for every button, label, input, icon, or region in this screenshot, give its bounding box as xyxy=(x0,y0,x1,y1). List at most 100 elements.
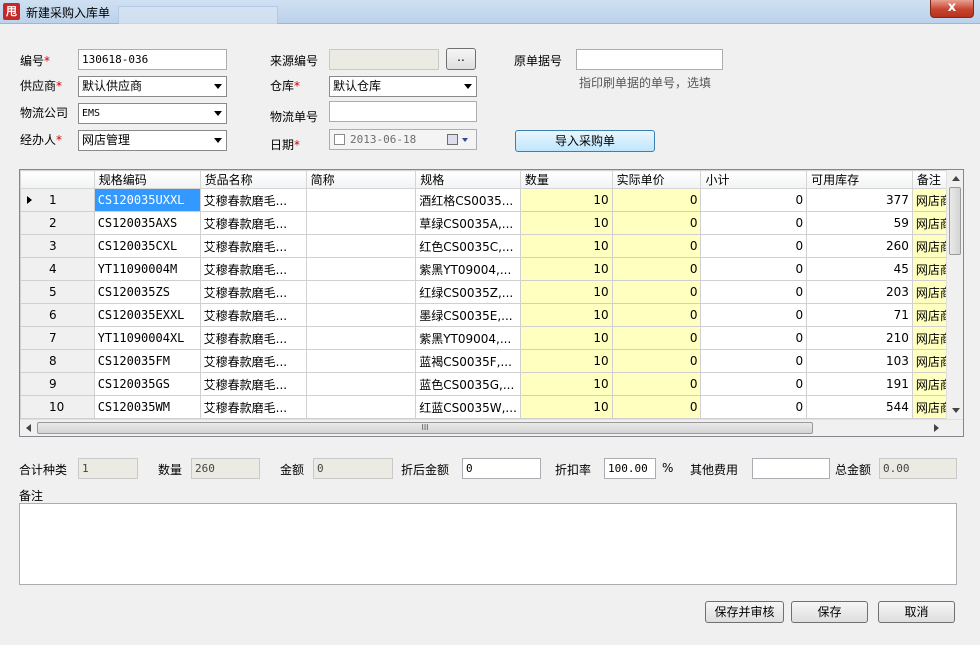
cell-spec[interactable]: 墨绿CS0035E,... xyxy=(415,303,521,327)
cell-price[interactable]: 0 xyxy=(611,349,702,373)
cell-name[interactable]: 艾穆春款磨毛... xyxy=(199,372,307,396)
cell-code[interactable]: CS120035AXS xyxy=(93,211,201,235)
cell-name[interactable]: 艾穆春款磨毛... xyxy=(199,257,307,281)
cell-stock[interactable]: 59 xyxy=(806,211,913,235)
horizontal-scroll-thumb[interactable]: III xyxy=(37,422,813,434)
table-row[interactable]: 9 CS120035GS 艾穆春款磨毛... 蓝色CS0035G,... 10 0 0 191… xyxy=(20,372,963,396)
cell-spec[interactable]: 红绿CS0035Z,... xyxy=(415,280,521,304)
cell-price[interactable]: 0 xyxy=(611,188,702,212)
cell-qty[interactable]: 10 xyxy=(519,303,613,327)
date-picker[interactable]: 2013-06-18 xyxy=(329,129,477,150)
row-header[interactable]: 7 xyxy=(20,326,95,350)
row-header[interactable]: 4 xyxy=(20,257,95,281)
cell-code[interactable]: CS120035WM xyxy=(93,395,201,419)
cell-stock[interactable]: 103 xyxy=(806,349,913,373)
col-header-price[interactable]: 实际单价 xyxy=(611,170,702,189)
row-header[interactable]: 5 xyxy=(20,280,95,304)
cell-price[interactable]: 0 xyxy=(611,303,702,327)
handler-select[interactable]: 网店管理 xyxy=(78,130,227,151)
cell-qty[interactable]: 10 xyxy=(519,234,613,258)
cell-qty[interactable]: 10 xyxy=(519,188,613,212)
cell-short[interactable] xyxy=(305,280,417,304)
cell-stock[interactable]: 377 xyxy=(806,188,913,212)
other-fee-field[interactable] xyxy=(752,458,830,479)
row-header[interactable]: 8 xyxy=(20,349,95,373)
calendar-icon[interactable] xyxy=(447,134,458,145)
cell-code[interactable]: CS120035FM xyxy=(93,349,201,373)
cell-subtotal[interactable]: 0 xyxy=(700,326,808,350)
cell-subtotal[interactable]: 0 xyxy=(700,280,808,304)
cell-price[interactable]: 0 xyxy=(611,234,702,258)
warehouse-select[interactable]: 默认仓库 xyxy=(329,76,477,97)
row-header[interactable]: 1 xyxy=(20,188,95,212)
cell-stock[interactable]: 260 xyxy=(806,234,913,258)
cell-short[interactable] xyxy=(305,211,417,235)
scroll-left-icon[interactable] xyxy=(26,424,31,432)
cell-short[interactable] xyxy=(305,234,417,258)
horizontal-scrollbar[interactable]: III xyxy=(20,419,963,436)
cell-stock[interactable]: 45 xyxy=(806,257,913,281)
cell-stock[interactable]: 203 xyxy=(806,280,913,304)
cell-short[interactable] xyxy=(305,395,417,419)
scroll-right-icon[interactable] xyxy=(934,424,939,432)
table-row[interactable]: 1 CS120035UXXL 艾穆春款磨毛... 酒红格CS0035... 10 0 0 37… xyxy=(20,188,963,212)
bill-no-field[interactable]: 130618-036 xyxy=(78,49,227,70)
cell-stock[interactable]: 544 xyxy=(806,395,913,419)
cell-qty[interactable]: 10 xyxy=(519,326,613,350)
supplier-select[interactable]: 默认供应商 xyxy=(78,76,227,97)
col-header-short[interactable]: 简称 xyxy=(305,170,417,189)
logistics-no-field[interactable] xyxy=(329,101,477,122)
cell-spec[interactable]: 蓝色CS0035G,... xyxy=(415,372,521,396)
cell-spec[interactable]: 红色CS0035C,... xyxy=(415,234,521,258)
table-row[interactable]: 5 CS120035ZS 艾穆春款磨毛... 红绿CS0035Z,... 10 0 0 203… xyxy=(20,280,963,304)
table-row[interactable]: 10 CS120035WM 艾穆春款磨毛... 红蓝CS0035W,... 10 0 0 54… xyxy=(20,395,963,419)
cell-spec[interactable]: 酒红格CS0035... xyxy=(415,188,521,212)
col-header-name[interactable]: 货品名称 xyxy=(199,170,307,189)
cell-price[interactable]: 0 xyxy=(611,257,702,281)
table-row[interactable]: 6 CS120035EXXL 艾穆春款磨毛... 墨绿CS0035E,... 10 0 0 7… xyxy=(20,303,963,327)
cell-short[interactable] xyxy=(305,303,417,327)
cell-subtotal[interactable]: 0 xyxy=(700,349,808,373)
cell-spec[interactable]: 草绿CS0035A,... xyxy=(415,211,521,235)
cell-short[interactable] xyxy=(305,257,417,281)
remarks-textarea[interactable] xyxy=(19,503,957,585)
cell-name[interactable]: 艾穆春款磨毛... xyxy=(199,188,307,212)
cell-price[interactable]: 0 xyxy=(611,395,702,419)
cell-name[interactable]: 艾穆春款磨毛... xyxy=(199,395,307,419)
discounted-amount-field[interactable]: 0 xyxy=(462,458,541,479)
cell-code[interactable]: CS120035EXXL xyxy=(93,303,201,327)
cell-stock[interactable]: 191 xyxy=(806,372,913,396)
cell-name[interactable]: 艾穆春款磨毛... xyxy=(199,211,307,235)
cell-short[interactable] xyxy=(305,326,417,350)
cell-qty[interactable]: 10 xyxy=(519,372,613,396)
col-header-stock[interactable]: 可用库存 xyxy=(806,170,913,189)
cell-name[interactable]: 艾穆春款磨毛... xyxy=(199,280,307,304)
cell-price[interactable]: 0 xyxy=(611,372,702,396)
table-row[interactable]: 4 YT11090004M 艾穆春款磨毛... 紫黑YT09004,... 10 0 0 45… xyxy=(20,257,963,281)
cell-qty[interactable]: 10 xyxy=(519,257,613,281)
cell-price[interactable]: 0 xyxy=(611,326,702,350)
cell-short[interactable] xyxy=(305,372,417,396)
cell-stock[interactable]: 210 xyxy=(806,326,913,350)
cell-name[interactable]: 艾穆春款磨毛... xyxy=(199,326,307,350)
save-button[interactable]: 保存 xyxy=(791,601,868,623)
row-header[interactable]: 6 xyxy=(20,303,95,327)
discount-rate-field[interactable]: 100.00 xyxy=(604,458,656,479)
cell-code[interactable]: CS120035CXL xyxy=(93,234,201,258)
col-header-code[interactable]: 规格编码 xyxy=(93,170,201,189)
cell-price[interactable]: 0 xyxy=(611,211,702,235)
cell-subtotal[interactable]: 0 xyxy=(700,257,808,281)
table-row[interactable]: 8 CS120035FM 艾穆春款磨毛... 蓝褐CS0035F,... 10 0 0 103… xyxy=(20,349,963,373)
cell-subtotal[interactable]: 0 xyxy=(700,372,808,396)
cell-short[interactable] xyxy=(305,188,417,212)
cell-spec[interactable]: 紫黑YT09004,... xyxy=(415,326,521,350)
row-header[interactable]: 2 xyxy=(20,211,95,235)
cell-qty[interactable]: 10 xyxy=(519,280,613,304)
cell-qty[interactable]: 10 xyxy=(519,395,613,419)
cell-name[interactable]: 艾穆春款磨毛... xyxy=(199,349,307,373)
row-header[interactable]: 10 xyxy=(20,395,95,419)
table-row[interactable]: 7 YT11090004XL 艾穆春款磨毛... 紫黑YT09004,... 10 0 0 2… xyxy=(20,326,963,350)
cell-qty[interactable]: 10 xyxy=(519,211,613,235)
cell-subtotal[interactable]: 0 xyxy=(700,303,808,327)
logistics-company-select[interactable]: EMS xyxy=(78,103,227,124)
